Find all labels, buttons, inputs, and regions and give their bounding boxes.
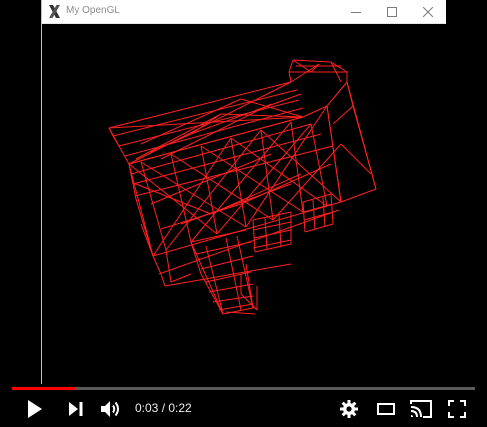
- x-app-icon: [47, 4, 62, 19]
- wire-edge: [340, 188, 377, 203]
- next-button[interactable]: [63, 397, 89, 421]
- wire-edge: [160, 273, 166, 287]
- wire-edge: [302, 193, 332, 203]
- time-display: 0:03 / 0:22: [135, 401, 192, 415]
- wire-edge: [152, 137, 232, 257]
- close-button[interactable]: [410, 0, 446, 23]
- wire-edge: [303, 211, 334, 221]
- wire-edge: [332, 105, 354, 125]
- wire-edge: [302, 201, 306, 233]
- wire-edge: [252, 239, 292, 249]
- minimize-icon: [351, 11, 361, 13]
- maximize-button[interactable]: [374, 0, 410, 23]
- theater-mode-button[interactable]: [375, 397, 397, 421]
- wire-edge: [288, 71, 292, 83]
- wire-edge: [135, 183, 212, 215]
- wire-edge: [253, 229, 292, 239]
- wire-edge: [108, 127, 114, 137]
- wire-edge: [326, 105, 342, 203]
- wire-edge: [326, 81, 348, 107]
- maximize-icon: [387, 6, 397, 17]
- volume-icon: [101, 401, 119, 417]
- fullscreen-icon: [448, 400, 466, 418]
- close-icon: [423, 6, 433, 17]
- next-icon: [69, 402, 83, 416]
- wire-edge: [165, 129, 262, 251]
- theater-mode-icon: [377, 403, 395, 415]
- wire-edge: [205, 245, 224, 315]
- wire-edge: [164, 263, 292, 287]
- wire-edge: [340, 143, 372, 175]
- wire-edge: [303, 203, 333, 213]
- wire-edge: [254, 243, 292, 253]
- wire-edge: [288, 59, 294, 73]
- wire-edge: [260, 129, 342, 203]
- wire-edge: [200, 273, 224, 315]
- cast-icon: [410, 400, 432, 418]
- wire-edge: [108, 81, 292, 129]
- window-left-border: [41, 0, 42, 384]
- wire-edge: [152, 201, 342, 257]
- wire-edge: [152, 255, 162, 275]
- window-title: My OpenGL: [66, 5, 120, 16]
- play-icon: [28, 400, 42, 418]
- wire-edge: [322, 196, 326, 228]
- settings-icon: [340, 400, 358, 418]
- wire-edge: [135, 198, 154, 257]
- progress-bar-played: [12, 387, 75, 390]
- wire-edge: [128, 116, 304, 165]
- fullscreen-button[interactable]: [446, 397, 468, 421]
- window-titlebar[interactable]: My OpenGL: [41, 0, 446, 24]
- wire-edge: [292, 59, 332, 63]
- settings-button[interactable]: [338, 397, 360, 421]
- wire-edge: [170, 153, 192, 243]
- video-player[interactable]: My OpenGL 0:03 / 0:22: [0, 0, 487, 427]
- cast-button[interactable]: [409, 397, 433, 421]
- wire-edge: [200, 145, 304, 213]
- play-button[interactable]: [22, 397, 48, 421]
- opengl-window: My OpenGL: [41, 0, 446, 384]
- wire-edge: [346, 81, 377, 190]
- wire-edge: [190, 241, 202, 275]
- opengl-viewport[interactable]: [41, 24, 446, 384]
- wireframe-house: [108, 59, 377, 315]
- wire-edge: [290, 63, 320, 83]
- time-total: 0:22: [168, 401, 192, 415]
- wire-edge: [195, 241, 252, 255]
- minimize-button[interactable]: [338, 0, 374, 23]
- wire-edge: [304, 223, 334, 233]
- time-current: 0:03: [135, 401, 159, 415]
- time-separator: /: [158, 401, 169, 415]
- wire-edge: [330, 193, 334, 225]
- wire-edge: [312, 199, 316, 231]
- wire-edge: [170, 273, 192, 283]
- wire-edge: [112, 135, 120, 147]
- wire-edge: [165, 249, 172, 283]
- volume-button[interactable]: [99, 397, 125, 421]
- progress-bar[interactable]: [12, 387, 475, 390]
- wire-edge: [310, 123, 328, 207]
